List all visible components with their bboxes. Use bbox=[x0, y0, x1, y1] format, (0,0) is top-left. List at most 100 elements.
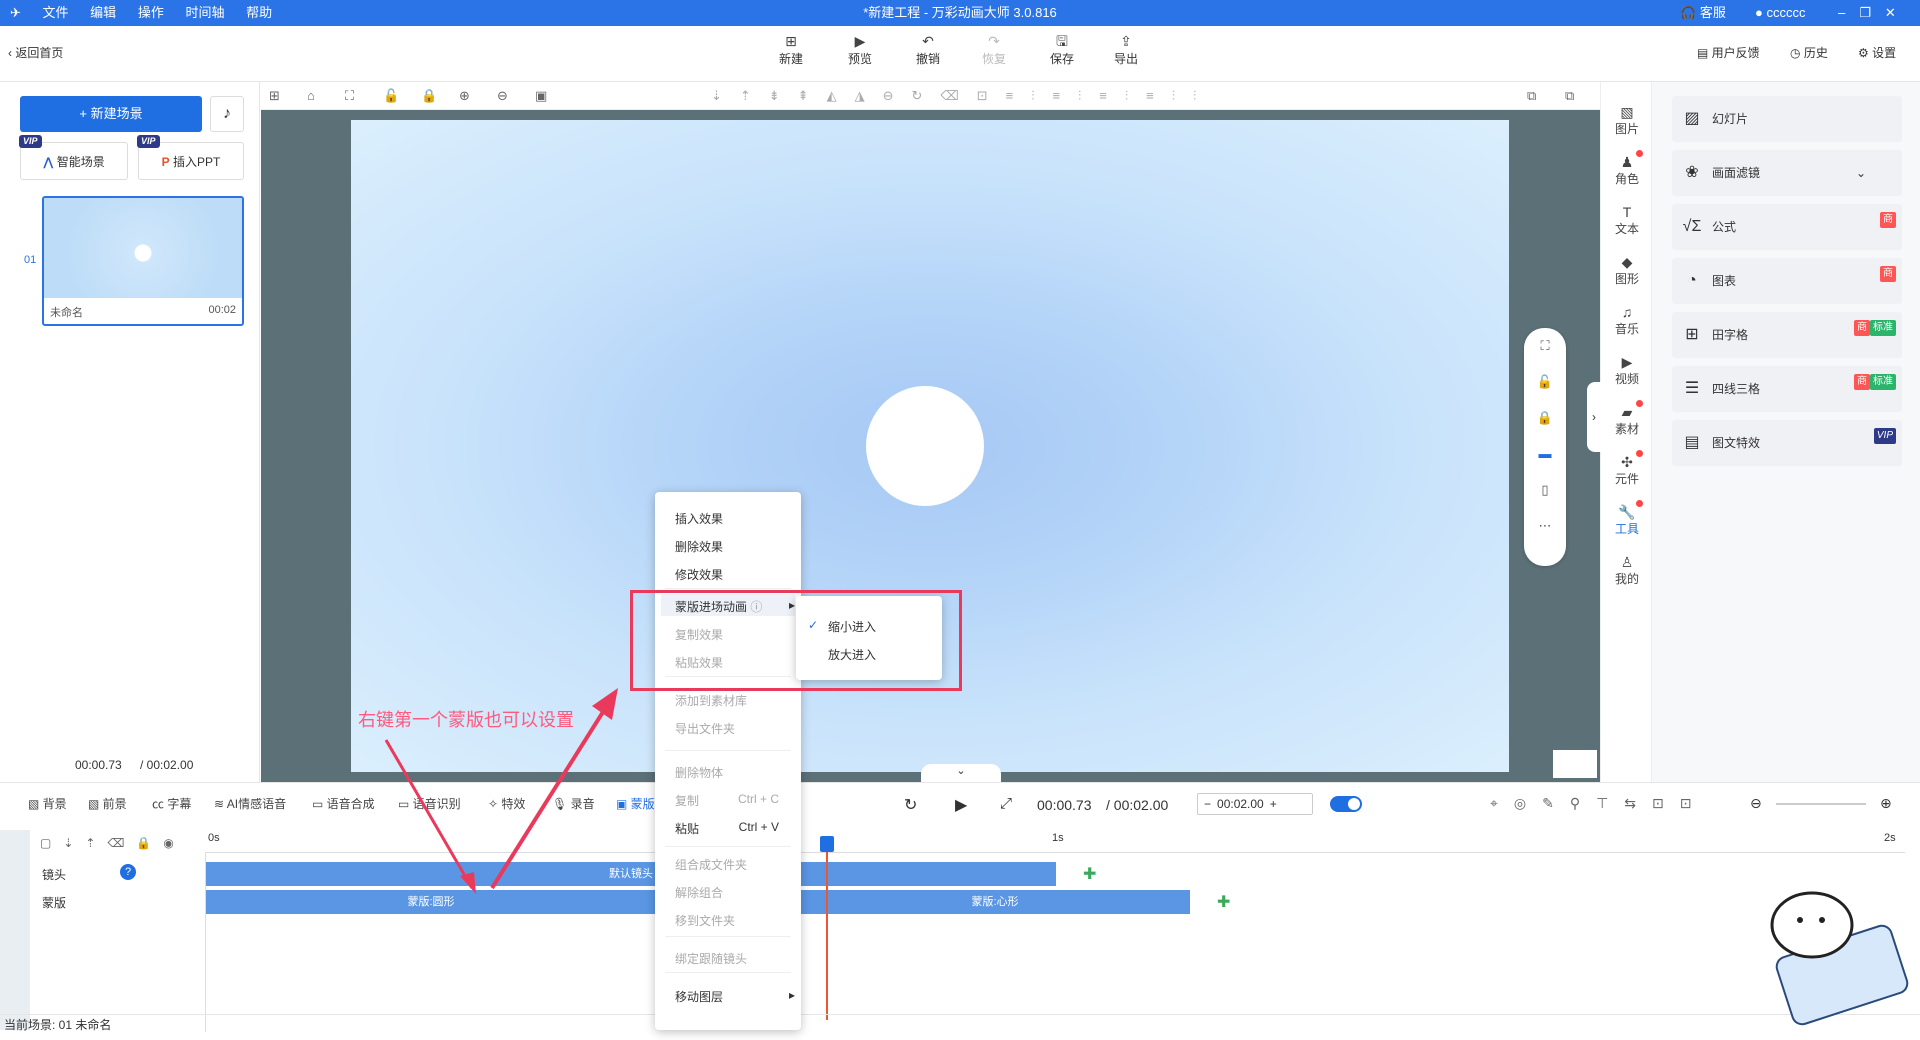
playhead[interactable] bbox=[826, 842, 828, 1020]
tool-tianzige[interactable]: ⊞ 田字格 商标准 bbox=[1672, 312, 1902, 358]
nav-shape[interactable]: ◆ 图形 bbox=[1601, 254, 1653, 287]
lock-icon[interactable]: 🔒 bbox=[421, 88, 437, 104]
unlock-icon[interactable]: 🔓 bbox=[383, 88, 399, 104]
tab-tts[interactable]: ▭ 语音合成 bbox=[312, 795, 375, 812]
toggle-switch[interactable] bbox=[1330, 796, 1362, 812]
menu-modify-effect[interactable]: 修改效果 bbox=[675, 566, 795, 583]
help-icon[interactable]: ? bbox=[120, 864, 136, 880]
add-keyframe-icon[interactable]: ✚ bbox=[1217, 892, 1230, 912]
history-button[interactable]: ◷ 历史 bbox=[1790, 44, 1828, 61]
menu-delete-object[interactable]: 删除物体 bbox=[675, 764, 795, 781]
monitor-icon[interactable]: ▬ bbox=[1524, 436, 1566, 472]
menu-operate[interactable]: 操作 bbox=[138, 0, 164, 26]
phone-icon[interactable]: ▯ bbox=[1524, 472, 1566, 508]
duration-value[interactable]: 00:02.00 bbox=[1217, 797, 1264, 811]
menu-file[interactable]: 文件 bbox=[43, 0, 69, 26]
track-tool-icons[interactable]: ▢⇣⇡⌫🔒◉ bbox=[40, 836, 186, 850]
tab-ai-voice[interactable]: ≋ AI情感语音 bbox=[214, 795, 286, 812]
menu-ungroup[interactable]: 解除组合 bbox=[675, 884, 795, 901]
music-button[interactable]: ♪ bbox=[210, 96, 244, 132]
lines-icon: ☰ bbox=[1684, 380, 1700, 397]
minimap[interactable] bbox=[1553, 750, 1597, 778]
scene-thumbnail[interactable]: 未命名 00:02 bbox=[42, 196, 244, 326]
zoom-in-icon[interactable]: ⊕ bbox=[1880, 795, 1892, 812]
timeline-tool-icons[interactable]: ⌖◎✎⚲⊤⇆⊡⊡ bbox=[1490, 795, 1707, 812]
more-icon[interactable]: ⋯ bbox=[1524, 508, 1566, 544]
menu-help[interactable]: 帮助 bbox=[246, 0, 272, 26]
back-home-button[interactable]: ‹ 返回首页 bbox=[8, 44, 63, 61]
mask-circle-shape[interactable] bbox=[866, 386, 984, 506]
nav-role-label: 角色 bbox=[1614, 172, 1639, 186]
arrange-icons[interactable]: ⇣⇡⇟⇞◭◮⊖↻⌫⊡≡⫶≡⫶≡⫶≡⫶⫶ bbox=[711, 88, 1214, 104]
zoom-slider[interactable] bbox=[1776, 803, 1866, 805]
nav-image[interactable]: ▧ 图片 bbox=[1601, 104, 1653, 137]
tab-subtitle[interactable]: ㏄ 字幕 bbox=[152, 795, 191, 812]
smart-scene-button[interactable]: VIP ⋀ 智能场景 bbox=[19, 135, 128, 180]
nav-video[interactable]: ▶ 视频 bbox=[1601, 354, 1653, 387]
mask-clip-heart[interactable]: 蒙版:心形 bbox=[800, 890, 1190, 914]
feedback-button[interactable]: ▤ 用户反馈 bbox=[1697, 44, 1760, 61]
redo-button[interactable]: ↷ 恢复 bbox=[970, 32, 1018, 67]
home-icon[interactable]: ⌂ bbox=[307, 88, 315, 103]
tool-chart[interactable]: ◔ 图表 商 bbox=[1672, 258, 1902, 304]
lock-icon[interactable]: 🔒 bbox=[1524, 400, 1566, 436]
tool-text-effect[interactable]: ▤ 图文特效 VIP bbox=[1672, 420, 1902, 466]
menu-group-folder[interactable]: 组合成文件夹 bbox=[675, 856, 795, 873]
fit-icon[interactable]: ⛶ bbox=[1524, 328, 1566, 364]
tab-foreground[interactable]: ▧ 前景 bbox=[88, 795, 127, 812]
playhead-handle[interactable] bbox=[820, 836, 834, 852]
insert-ppt-button[interactable]: VIP P 插入PPT bbox=[137, 135, 244, 180]
menu-edit[interactable]: 编辑 bbox=[90, 0, 116, 26]
duration-stepper[interactable]: −00:02.00 + bbox=[1197, 793, 1313, 815]
save-button[interactable]: 🖫 保存 bbox=[1038, 32, 1086, 67]
user-avatar[interactable]: ● cccccc bbox=[1755, 0, 1805, 26]
zoom-out-icon[interactable]: ⊖ bbox=[1750, 795, 1762, 812]
new-button[interactable]: ⊞ 新建 bbox=[767, 32, 815, 67]
menu-timeline[interactable]: 时间轴 bbox=[185, 0, 224, 26]
menu-export-folder[interactable]: 导出文件夹 bbox=[675, 720, 795, 737]
tool-slideshow[interactable]: ▨ 幻灯片 bbox=[1672, 96, 1902, 142]
add-keyframe-icon[interactable]: ✚ bbox=[1083, 864, 1096, 884]
fit-screen-icon[interactable]: ⛶ bbox=[345, 88, 354, 104]
menu-bind-camera[interactable]: 绑定跟随镜头 bbox=[675, 950, 795, 967]
unlock-icon[interactable]: 🔓 bbox=[1524, 364, 1566, 400]
preview-button[interactable]: ▶ 预览 bbox=[836, 32, 884, 67]
tool-filter[interactable]: ❀ 画面滤镜 ⌄ bbox=[1672, 150, 1902, 196]
zoom-out-icon[interactable]: ⊖ bbox=[497, 88, 508, 104]
menu-move-layer[interactable]: 移动图层 ▸ bbox=[675, 988, 795, 1005]
service-button[interactable]: 🎧 客服 bbox=[1680, 0, 1726, 26]
settings-button[interactable]: ⚙ 设置 bbox=[1858, 44, 1896, 61]
nav-role[interactable]: ♟ 角色 bbox=[1601, 150, 1653, 187]
new-scene-button[interactable]: + 新建场景 bbox=[20, 96, 202, 132]
tool-four-lines[interactable]: ☰ 四线三格 商标准 bbox=[1672, 366, 1902, 412]
nav-component[interactable]: ✣ 元件 bbox=[1601, 450, 1653, 487]
align-icon[interactable]: ⊞ bbox=[269, 88, 280, 104]
nav-text[interactable]: T 文本 bbox=[1601, 204, 1653, 237]
undo-button[interactable]: ↶ 撤销 bbox=[904, 32, 952, 67]
menu-add-to-library[interactable]: 添加到素材库 bbox=[675, 692, 795, 709]
menu-insert-effect[interactable]: 插入效果 bbox=[675, 510, 795, 527]
expand-panel-icon[interactable]: › bbox=[1587, 382, 1601, 452]
tool-formula[interactable]: √Σ 公式 商 bbox=[1672, 204, 1902, 250]
tab-background[interactable]: ▧ 背景 bbox=[28, 795, 67, 812]
commercial-badge: 商 bbox=[1880, 266, 1896, 282]
collapse-icon[interactable]: ⌄ bbox=[921, 764, 1001, 782]
fullscreen-icon[interactable]: ⤢ bbox=[1000, 795, 1012, 812]
nav-mine[interactable]: ♙ 我的 bbox=[1601, 554, 1653, 587]
copy-icon[interactable]: ⧉ bbox=[1527, 88, 1536, 104]
layout-icon[interactable]: ▣ bbox=[535, 88, 547, 104]
export-button[interactable]: ⇪ 导出 bbox=[1102, 32, 1150, 67]
zoom-in-icon[interactable]: ⊕ bbox=[459, 88, 470, 104]
menu-delete-effect[interactable]: 删除效果 bbox=[675, 538, 795, 555]
tab-foreground-label: 前景 bbox=[102, 797, 127, 811]
loop-icon[interactable]: ↻ bbox=[904, 795, 917, 815]
paste-icon[interactable]: ⧉ bbox=[1565, 88, 1574, 104]
window-controls[interactable]: –❐✕ bbox=[1838, 0, 1910, 26]
menu-move-to-folder[interactable]: 移到文件夹 bbox=[675, 912, 795, 929]
nav-music[interactable]: ♫ 音乐 bbox=[1601, 304, 1653, 337]
play-icon[interactable]: ▶ bbox=[955, 795, 967, 815]
plus-icon[interactable]: + bbox=[1264, 797, 1283, 811]
nav-tools[interactable]: 🔧 工具 bbox=[1601, 500, 1653, 537]
minus-icon[interactable]: − bbox=[1198, 797, 1217, 811]
nav-material[interactable]: ▰ 素材 bbox=[1601, 400, 1653, 437]
